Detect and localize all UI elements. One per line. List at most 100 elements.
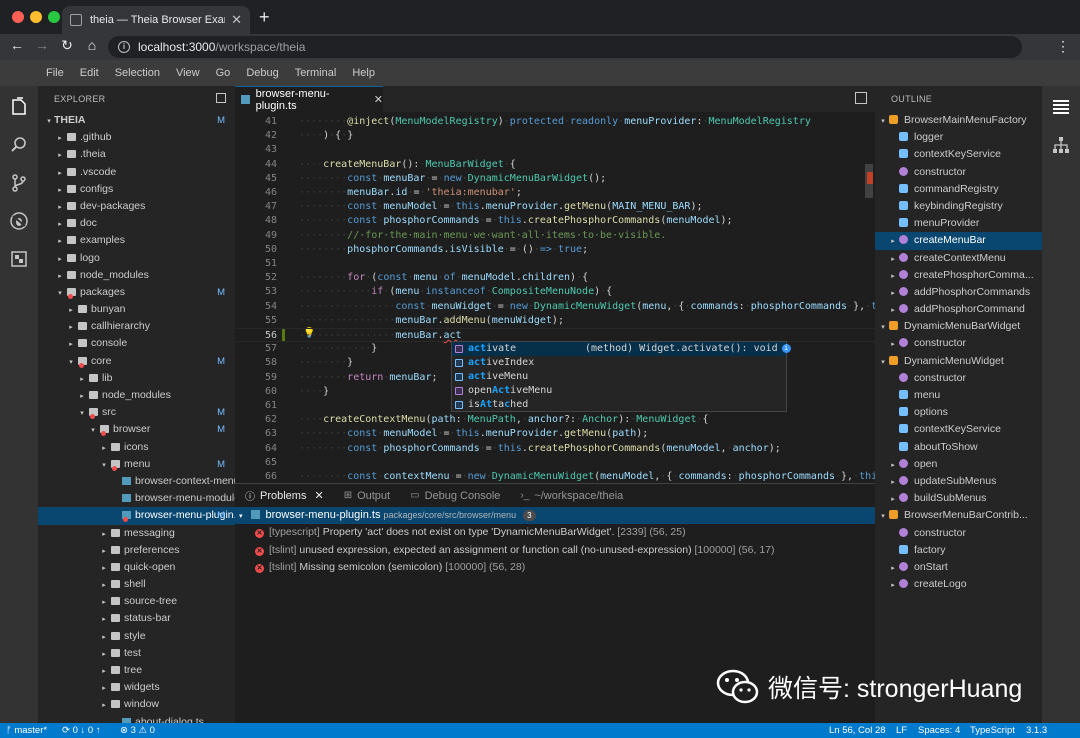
suggestion-item[interactable]: activate (method) Widget.activate(): void…: [452, 342, 791, 356]
browser-tab[interactable]: theia — Theia Browser Example ✕: [62, 6, 250, 34]
problem-item[interactable]: ✕ [tslint] unused expression, expected an…: [235, 542, 875, 560]
code-line[interactable]: 55 ················menuBar.addMenu(menuWi…: [235, 314, 875, 328]
close-icon[interactable]: ✕: [314, 489, 323, 502]
code-line[interactable]: 54 ················const·menuWidget·=·new…: [235, 300, 875, 314]
folder-item[interactable]: ▸ node_modules: [38, 267, 235, 284]
back-icon[interactable]: ←: [8, 37, 26, 53]
extensions-icon[interactable]: [0, 240, 38, 278]
outline-item[interactable]: ▸ updateSubMenus: [875, 473, 1042, 490]
outline-item[interactable]: commandRegistry: [875, 181, 1042, 198]
debug-icon[interactable]: [0, 202, 38, 240]
code-line[interactable]: 53 ············if·(menu·instanceof·Compos…: [235, 285, 875, 299]
search-icon[interactable]: [0, 126, 38, 164]
outline-item[interactable]: ▸ onStart: [875, 559, 1042, 576]
outline-item[interactable]: ▸ addPhosphorCommands: [875, 284, 1042, 301]
menu-view[interactable]: View: [168, 67, 208, 79]
folder-item[interactable]: ▸ window: [38, 696, 235, 713]
source-control-icon[interactable]: [0, 164, 38, 202]
outline-item[interactable]: ▸ addPhosphorCommand: [875, 301, 1042, 318]
code-line[interactable]: 64 ········const·phosphorCommands·=·this.…: [235, 442, 875, 456]
outline-item[interactable]: logger: [875, 129, 1042, 146]
address-bar[interactable]: i localhost:3000/workspace/theia: [108, 36, 1022, 58]
code-line[interactable]: 65: [235, 456, 875, 470]
folder-item[interactable]: ▸ icons: [38, 439, 235, 456]
outline-item[interactable]: ▾ BrowserMenuBarContrib...: [875, 507, 1042, 524]
menu-terminal[interactable]: Terminal: [287, 67, 345, 79]
code-line[interactable]: 46 ········menuBar.id·=·'theia:menubar';: [235, 186, 875, 200]
forward-icon[interactable]: →: [33, 37, 51, 53]
close-editor-icon[interactable]: ✕: [374, 93, 383, 106]
menu-edit[interactable]: Edit: [72, 67, 107, 79]
problem-item[interactable]: ✕ [typescript] Property 'act' does not ex…: [235, 524, 875, 542]
code-line[interactable]: 42 ····)·{·}: [235, 129, 875, 143]
folder-item[interactable]: ▸ logo: [38, 250, 235, 267]
outline-item[interactable]: ▸ createPhosphorComma...: [875, 267, 1042, 284]
folder-item[interactable]: ▾ src M: [38, 404, 235, 421]
outline-item[interactable]: contextKeyService: [875, 421, 1042, 438]
folder-item[interactable]: ▸ status-bar: [38, 610, 235, 627]
code-line[interactable]: 47 ········const·menuModel·=·this.menuPro…: [235, 200, 875, 214]
menu-selection[interactable]: Selection: [107, 67, 168, 79]
file-item[interactable]: browser-menu-plugin.ts M: [38, 507, 235, 525]
folder-item[interactable]: ▸ tree: [38, 662, 235, 679]
folder-item[interactable]: ▸ .github: [38, 129, 235, 146]
folder-item[interactable]: ▸ examples: [38, 232, 235, 249]
folder-item[interactable]: ▸ .theia: [38, 146, 235, 163]
new-tab-button[interactable]: +: [259, 7, 270, 28]
folder-item[interactable]: ▸ quick-open: [38, 559, 235, 576]
code-editor[interactable]: 💡 41 ········@inject(MenuModelRegistry)·p…: [235, 112, 875, 481]
suggestion-item[interactable]: openActiveMenu: [452, 384, 786, 398]
folder-item[interactable]: ▾ browser M: [38, 421, 235, 438]
outline-item[interactable]: ▸ buildSubMenus: [875, 490, 1042, 507]
outline-item[interactable]: contextKeyService: [875, 146, 1042, 163]
folder-item[interactable]: ▸ console: [38, 335, 235, 352]
language-mode[interactable]: TypeScript: [970, 723, 1015, 738]
outline-item[interactable]: options: [875, 404, 1042, 421]
folder-item[interactable]: ▾ core M: [38, 353, 235, 370]
folder-item[interactable]: ▸ style: [38, 628, 235, 645]
split-editor-icon[interactable]: [855, 92, 867, 104]
close-tab-icon[interactable]: ✕: [231, 12, 242, 28]
outline-item[interactable]: ▾ DynamicMenuBarWidget: [875, 318, 1042, 335]
code-line[interactable]: 62 ····createContextMenu(path:·MenuPath,·…: [235, 413, 875, 427]
suggestion-item[interactable]: activeIndex: [452, 356, 786, 370]
hierarchy-icon[interactable]: [1042, 126, 1080, 164]
collapse-all-icon[interactable]: [216, 93, 226, 103]
code-line[interactable]: 66 ········const·contextMenu·=·new·Dynami…: [235, 470, 875, 481]
folder-item[interactable]: ▸ callhierarchy: [38, 318, 235, 335]
suggestion-item[interactable]: isAttached: [452, 398, 786, 412]
reload-icon[interactable]: ↻: [58, 37, 76, 54]
menu-help[interactable]: Help: [344, 67, 383, 79]
problem-item[interactable]: ✕ [tslint] Missing semicolon (semicolon) …: [235, 559, 875, 577]
close-window-button[interactable]: [12, 11, 24, 23]
code-line[interactable]: 44 ····createMenuBar():·MenuBarWidget·{: [235, 158, 875, 172]
folder-item[interactable]: ▸ .vscode: [38, 164, 235, 181]
code-line[interactable]: 63 ········const·menuModel·=·this.menuPro…: [235, 427, 875, 441]
folder-item[interactable]: ▸ lib: [38, 370, 235, 387]
indent-status[interactable]: Spaces: 4: [918, 723, 960, 738]
ts-version[interactable]: 3.1.3: [1026, 723, 1047, 738]
info-icon[interactable]: i: [781, 344, 791, 353]
branch-status[interactable]: ᚠ master*: [6, 723, 47, 738]
folder-item[interactable]: ▸ source-tree: [38, 593, 235, 610]
outline-item[interactable]: menu: [875, 387, 1042, 404]
outline-item[interactable]: constructor: [875, 164, 1042, 181]
folder-item[interactable]: ▸ test: [38, 645, 235, 662]
explorer-icon[interactable]: [0, 88, 38, 126]
folder-item[interactable]: ▾ menu M: [38, 456, 235, 473]
folder-item[interactable]: ▸ configs: [38, 181, 235, 198]
problems-status[interactable]: ⊗ 3 ⚠ 0: [120, 723, 155, 738]
outline-item[interactable]: constructor: [875, 370, 1042, 387]
maximize-window-button[interactable]: [48, 11, 60, 23]
folder-item[interactable]: ▾ packages M: [38, 284, 235, 301]
outline-item[interactable]: ▸ createMenuBar: [875, 232, 1042, 250]
code-line[interactable]: 41 ········@inject(MenuModelRegistry)·pro…: [235, 115, 875, 129]
folder-item[interactable]: ▸ bunyan: [38, 301, 235, 318]
outline-item[interactable]: constructor: [875, 525, 1042, 542]
folder-item[interactable]: ▸ widgets: [38, 679, 235, 696]
panel-tab--workspace-theia[interactable]: ›_ ~/workspace/theia: [510, 484, 633, 508]
minimize-window-button[interactable]: [30, 11, 42, 23]
outline-item[interactable]: ▸ createContextMenu: [875, 250, 1042, 267]
panel-tab-debug-console[interactable]: ▭ Debug Console: [400, 484, 510, 508]
suggestion-item[interactable]: activeMenu: [452, 370, 786, 384]
